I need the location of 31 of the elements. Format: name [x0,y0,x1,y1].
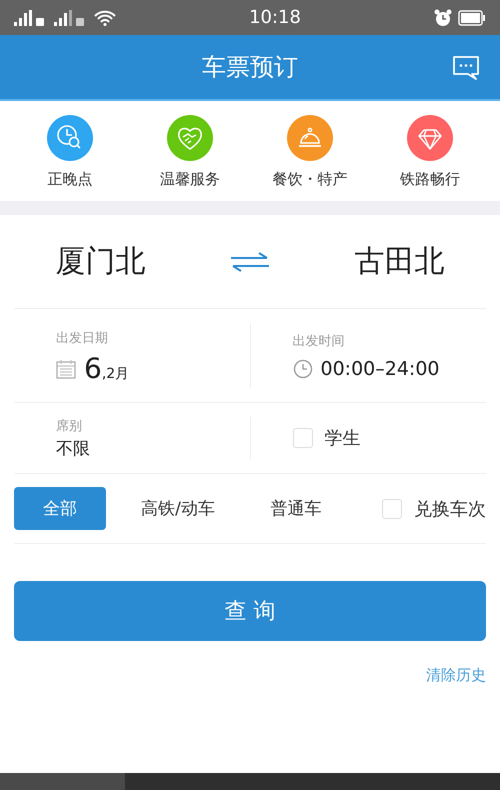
battery-icon [458,10,486,26]
checkbox[interactable] [292,428,312,448]
message-icon[interactable] [452,55,480,81]
shortcut-label[interactable]: 正晚点 [48,170,92,189]
clock-icon[interactable] [292,358,312,378]
departure-station[interactable]: 厦门北 [56,241,146,282]
query-button[interactable]: 查 询 [14,581,486,641]
cloche-icon[interactable] [287,115,333,161]
calendar-icon[interactable] [56,358,76,378]
train-type-tab[interactable]: 普通车 [250,487,342,530]
arrival-station[interactable]: 古田北 [354,241,444,282]
departure-date[interactable]: 6,2月 [84,354,130,382]
checkbox[interactable] [382,498,402,518]
status-time: 10:18 [249,7,301,28]
train-type-tab[interactable]: 高铁/动车 [132,487,224,530]
field-label: 出发日期 [56,330,109,346]
swap-icon[interactable] [228,250,271,272]
checkbox-label[interactable]: 学生 [324,426,360,450]
train-type-tab[interactable]: 全部 [14,487,106,530]
page-title: 车票预订 [202,52,298,83]
field-label: 席别 [56,418,83,434]
wifi-icon [94,10,116,26]
field-label: 出发时间 [292,332,346,350]
seat-class[interactable]: 不限 [56,436,250,460]
shortcut-label[interactable]: 温馨服务 [160,170,220,189]
alarm-icon [434,8,452,26]
shortcut-label[interactable]: 餐饮・特产 [272,170,348,189]
shortcut-label[interactable]: 铁路畅行 [400,170,460,189]
checkbox-label[interactable]: 兑换车次 [414,496,486,520]
departure-time[interactable]: 00:00–24:00 [320,358,440,380]
clock-icon[interactable] [47,115,93,161]
